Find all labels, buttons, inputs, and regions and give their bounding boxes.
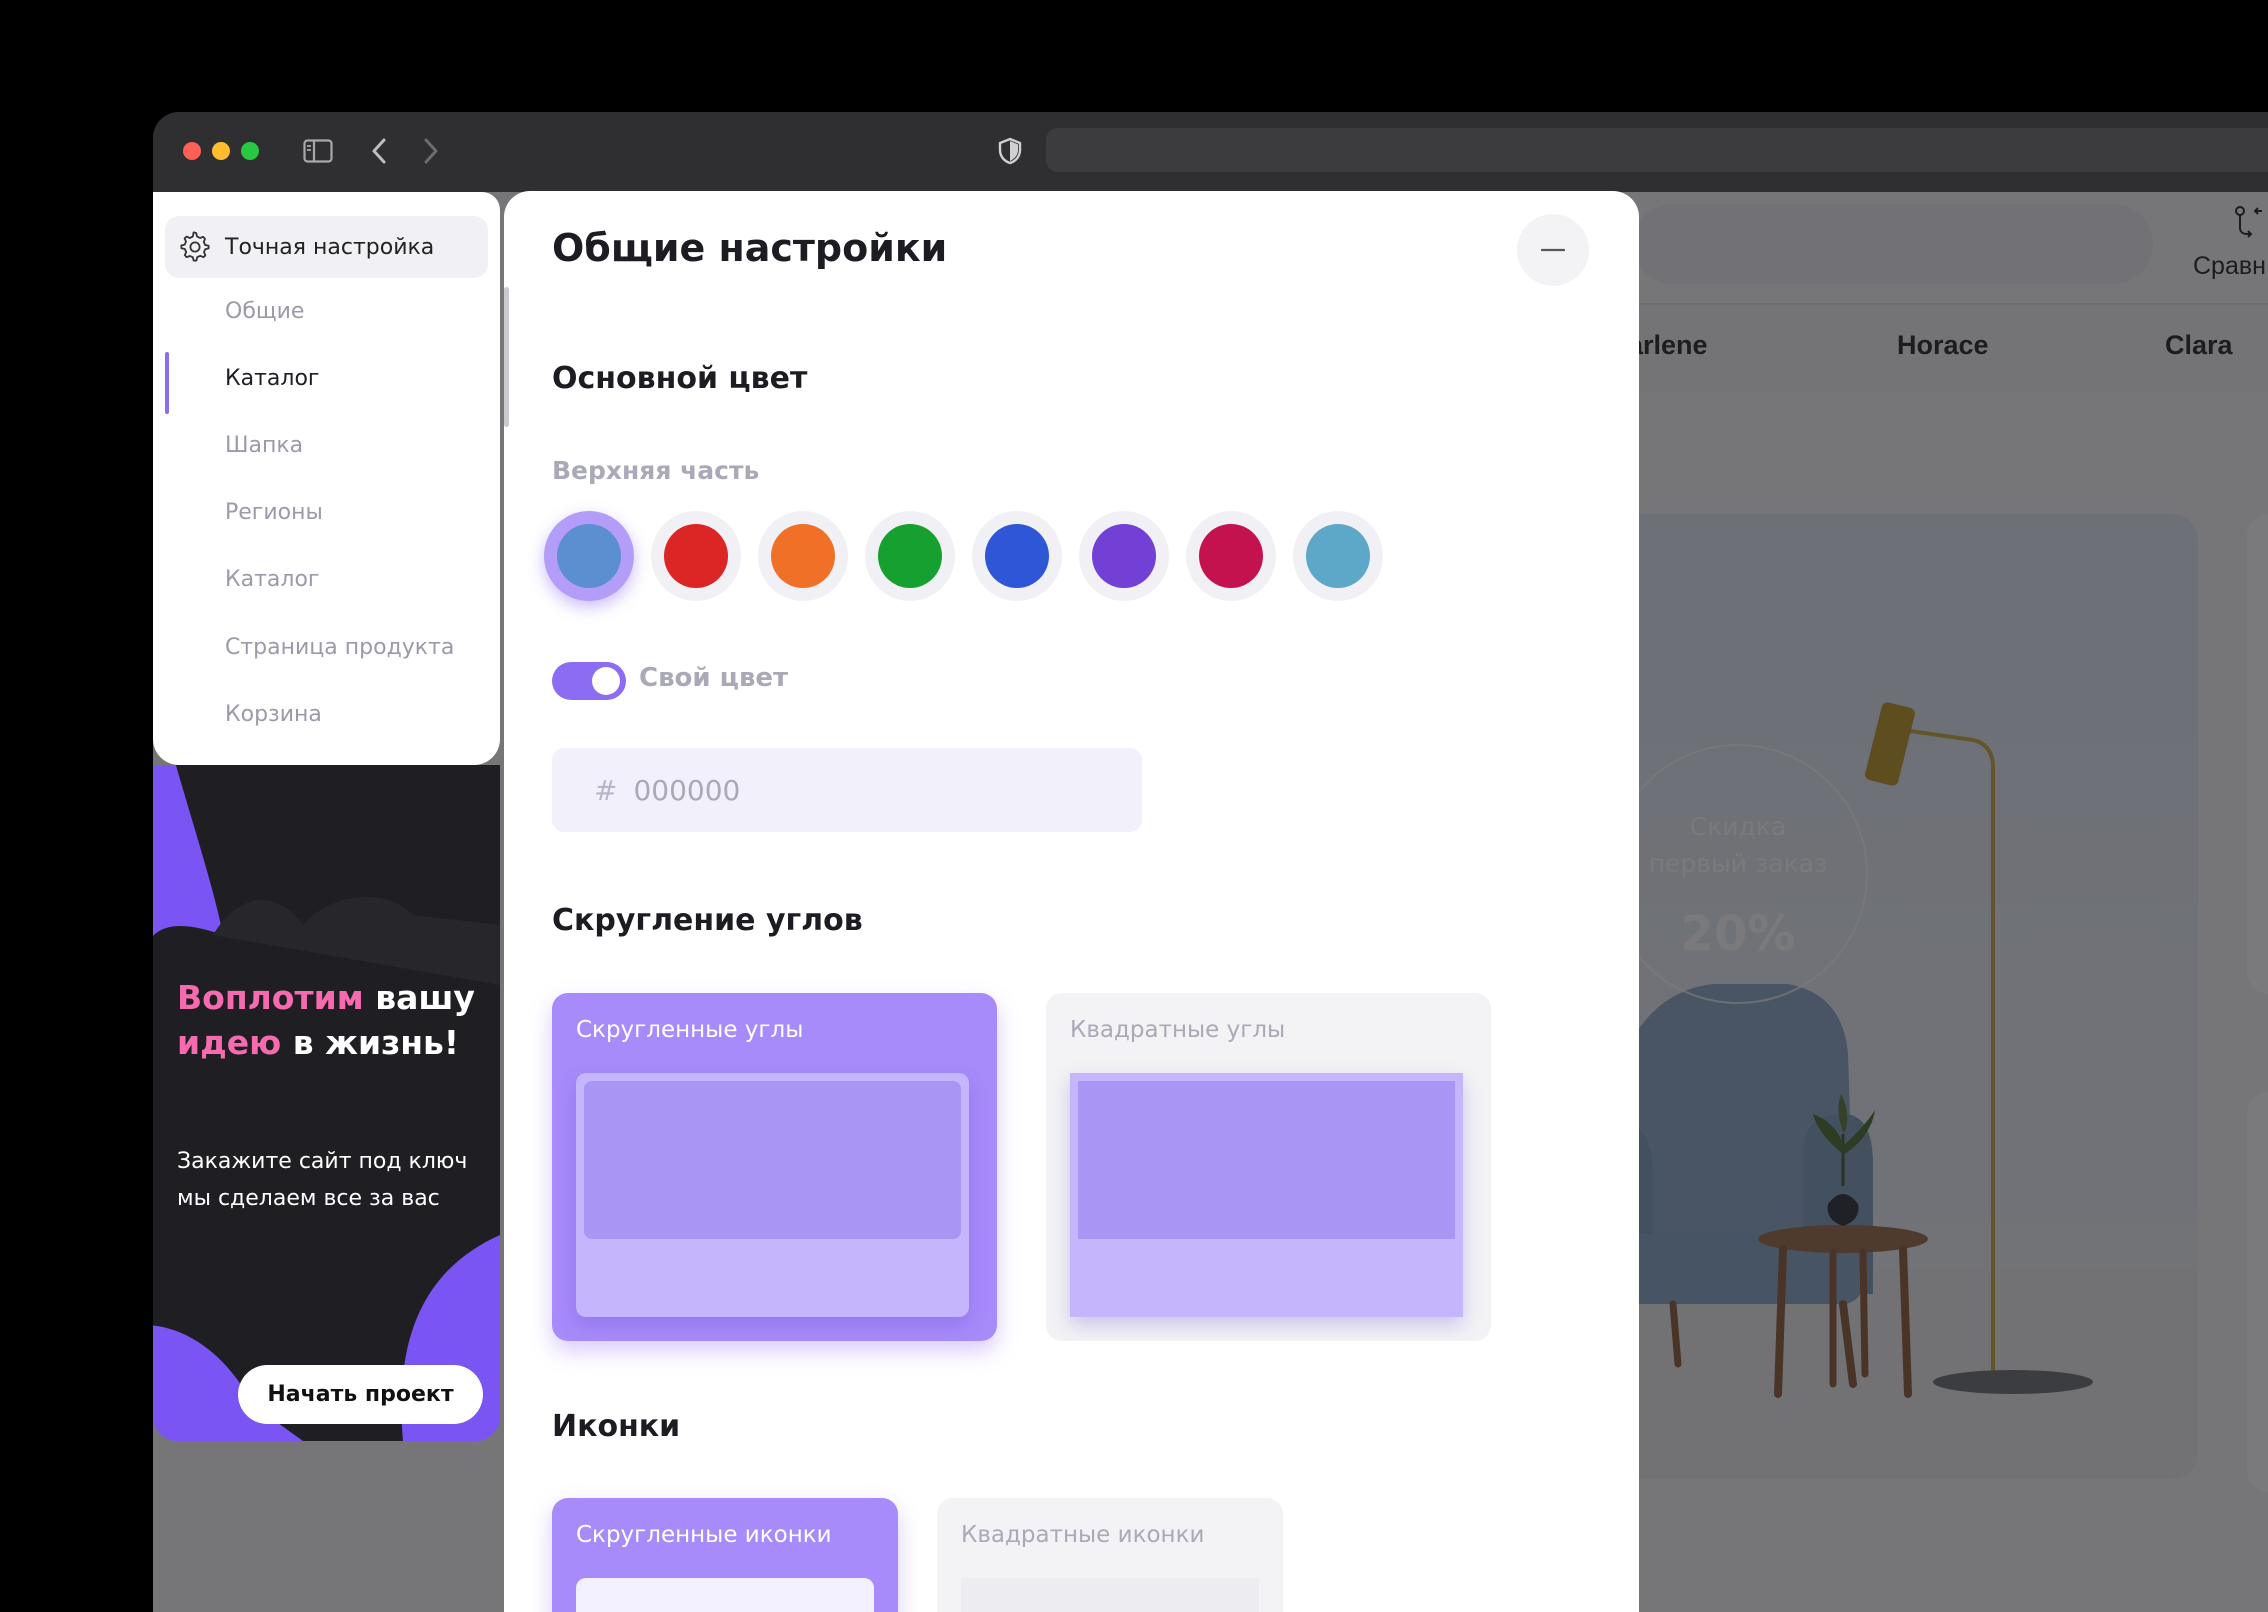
banner-title-accent: идею bbox=[177, 1023, 282, 1062]
hero-illustration bbox=[1583, 702, 2093, 1398]
option-label: Скругленные иконки bbox=[576, 1522, 832, 1548]
banner-description: Закажите сайт под ключ мы сделаем все за… bbox=[177, 1149, 468, 1211]
option-preview bbox=[576, 1578, 874, 1612]
color-swatch[interactable] bbox=[651, 511, 741, 601]
square-corners-option[interactable]: Квадратные углы bbox=[1046, 993, 1491, 1341]
primary-color-title: Основной цвет bbox=[552, 361, 808, 396]
color-swatch[interactable] bbox=[865, 511, 955, 601]
option-preview bbox=[1070, 1073, 1463, 1317]
swatch-color bbox=[557, 524, 621, 588]
color-swatch[interactable] bbox=[544, 511, 634, 601]
panel-title: Общие настройки bbox=[552, 226, 948, 270]
option-label: Скругленные углы bbox=[576, 1017, 804, 1043]
promo-banner: Воплотим вашу идею в жизнь! Закажите сайт… bbox=[153, 765, 500, 1441]
sidebar-toggle-icon[interactable] bbox=[301, 132, 335, 170]
collapse-button[interactable] bbox=[1517, 214, 1589, 286]
gear-icon bbox=[180, 231, 210, 262]
hash-icon: # bbox=[594, 773, 618, 807]
rounded-corners-option[interactable]: Скругленные углы bbox=[552, 993, 997, 1341]
minus-icon bbox=[1541, 248, 1565, 252]
start-project-button[interactable]: Начать проект bbox=[238, 1365, 483, 1424]
toggle-knob bbox=[592, 667, 620, 695]
swatch-color bbox=[1092, 524, 1156, 588]
color-swatch[interactable] bbox=[1186, 511, 1276, 601]
color-swatch[interactable] bbox=[758, 511, 848, 601]
swatch-color bbox=[985, 524, 1049, 588]
active-item-indicator bbox=[165, 352, 169, 414]
banner-blob-shape bbox=[153, 765, 500, 1441]
discount-value: 20% bbox=[1680, 906, 1796, 962]
panel-scrollbar[interactable] bbox=[504, 287, 509, 427]
menu-item-product-page[interactable]: Страница продукта bbox=[225, 635, 454, 660]
menu-item-regions[interactable]: Регионы bbox=[225, 500, 323, 525]
banner-title-text: вашу bbox=[363, 978, 475, 1017]
side-card[interactable] bbox=[2247, 1092, 2268, 1492]
color-swatch[interactable] bbox=[1079, 511, 1169, 601]
hex-color-input[interactable] bbox=[631, 772, 1032, 808]
close-window-button[interactable] bbox=[183, 142, 201, 160]
discount-sublabel: первый заказ bbox=[1648, 849, 1828, 878]
address-bar[interactable] bbox=[1046, 128, 2268, 172]
icons-title: Иконки bbox=[552, 1409, 681, 1444]
corners-title: Скругление углов bbox=[552, 903, 863, 938]
compare-label[interactable]: Сравн bbox=[2193, 252, 2266, 281]
rounded-icons-option[interactable]: Скругленные иконки bbox=[552, 1498, 898, 1612]
site-nav-item[interactable]: Clara bbox=[2165, 330, 2233, 361]
menu-item-general[interactable]: Общие bbox=[225, 299, 304, 324]
swatch-color bbox=[1306, 524, 1370, 588]
back-arrow-icon[interactable] bbox=[365, 132, 393, 170]
banner-title: Воплотим вашу идею в жизнь! bbox=[177, 975, 487, 1065]
hero-banner[interactable] bbox=[1543, 514, 2198, 1479]
menu-item-cart[interactable]: Корзина bbox=[225, 702, 322, 727]
menu-item-catalog[interactable]: Каталог bbox=[225, 366, 319, 391]
discount-badge: Скидка первый заказ 20% bbox=[1608, 744, 1868, 1004]
menu-item-catalog-2[interactable]: Каталог bbox=[225, 567, 319, 592]
forward-arrow-icon[interactable] bbox=[417, 132, 445, 170]
side-card[interactable] bbox=[2247, 514, 2268, 994]
option-preview bbox=[576, 1073, 969, 1317]
minimize-window-button[interactable] bbox=[212, 142, 230, 160]
swatch-color bbox=[1199, 524, 1263, 588]
compare-icon[interactable] bbox=[2231, 202, 2268, 242]
fine-tuning-menu: Точная настройка Общие Каталог Шапка Рег… bbox=[153, 192, 500, 765]
color-swatch[interactable] bbox=[972, 511, 1062, 601]
custom-color-toggle[interactable] bbox=[552, 662, 626, 700]
zoom-window-button[interactable] bbox=[241, 142, 259, 160]
preview-block bbox=[584, 1081, 961, 1239]
swatch-color bbox=[664, 524, 728, 588]
site-search-bar[interactable] bbox=[1633, 204, 2153, 284]
swatch-color bbox=[771, 524, 835, 588]
custom-color-label: Свой цвет bbox=[639, 663, 789, 693]
color-swatch[interactable] bbox=[1293, 511, 1383, 601]
banner-title-accent: Воплотим bbox=[177, 978, 364, 1017]
site-nav-item[interactable]: Horace bbox=[1897, 330, 1989, 361]
fine-tuning-title: Точная настройка bbox=[225, 234, 435, 260]
browser-titlebar bbox=[153, 112, 2268, 192]
site-nav-item[interactable]: arlene bbox=[1628, 330, 1708, 361]
discount-label: Скидка bbox=[1689, 812, 1787, 841]
hex-color-field[interactable]: # bbox=[552, 748, 1142, 832]
settings-panel: Общие настройки Основной цвет Верхняя ча… bbox=[504, 191, 1639, 1612]
option-label: Квадратные иконки bbox=[961, 1522, 1205, 1548]
fine-tuning-header[interactable]: Точная настройка bbox=[165, 216, 488, 278]
option-preview bbox=[961, 1578, 1259, 1612]
swatch-color bbox=[878, 524, 942, 588]
option-label: Квадратные углы bbox=[1070, 1017, 1286, 1043]
banner-title-text: в жизнь! bbox=[281, 1023, 459, 1062]
square-icons-option[interactable]: Квадратные иконки bbox=[937, 1498, 1283, 1612]
top-part-label: Верхняя часть bbox=[552, 456, 760, 485]
preview-block bbox=[1078, 1081, 1455, 1239]
privacy-shield-icon[interactable] bbox=[995, 132, 1025, 170]
menu-item-header[interactable]: Шапка bbox=[225, 433, 303, 458]
